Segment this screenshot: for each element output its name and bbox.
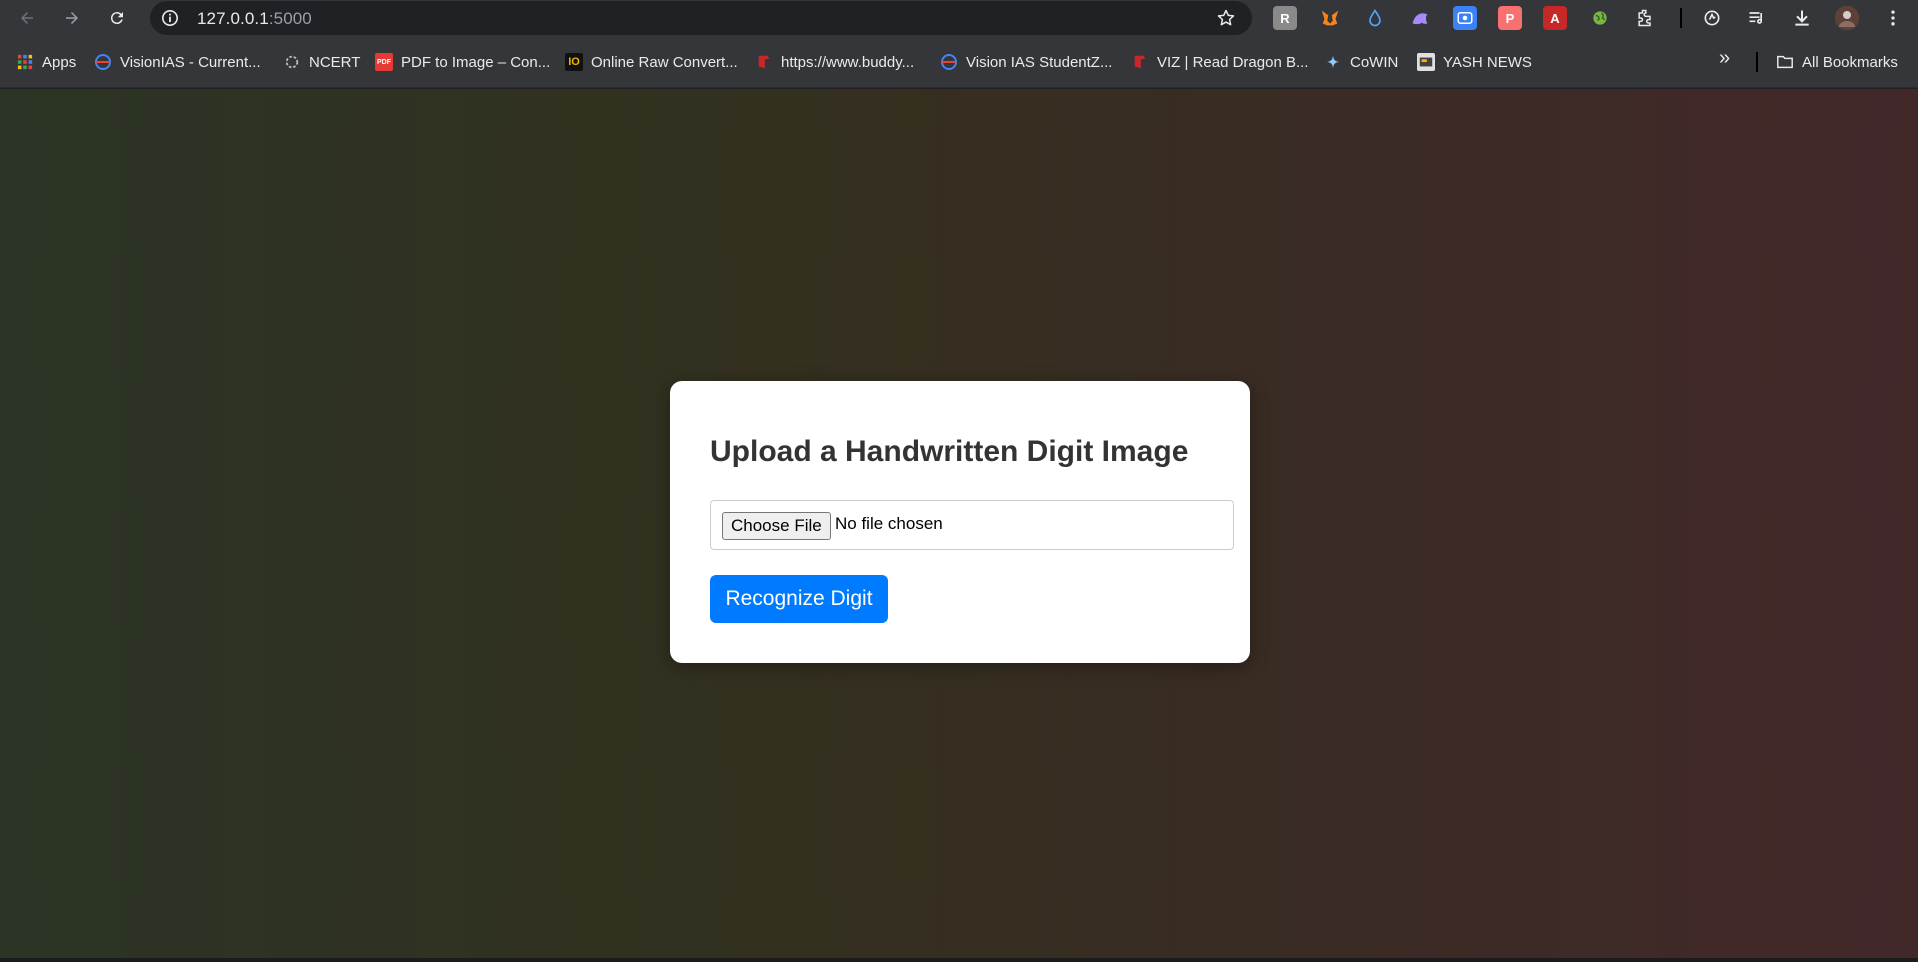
download-icon[interactable] (1790, 6, 1814, 30)
viz-icon (1131, 53, 1149, 71)
bookmark-label: Online Raw Convert... (591, 53, 738, 71)
ghost-extension-icon[interactable] (1408, 6, 1432, 30)
bookmark-label: Apps (42, 53, 77, 71)
info-icon[interactable] (160, 8, 180, 28)
toolbar-divider (1680, 8, 1682, 28)
recognize-digit-button[interactable]: Recognize Digit (710, 575, 888, 623)
address-bar[interactable]: 127.0.0.1:5000 (150, 1, 1252, 35)
bookmark-label: PDF to Image – Con... (401, 53, 551, 71)
bookmarks-bar: Apps VisionIAS - Current... NCERT PDF PD… (0, 36, 1918, 88)
bookmark-label: CoWIN (1350, 53, 1399, 71)
bookmark-label: VisionIAS - Current... (120, 53, 261, 71)
window-bottom-edge (0, 958, 1918, 962)
sync-icon[interactable] (1700, 6, 1724, 30)
file-input[interactable]: Choose File No file chosen (710, 500, 1234, 550)
all-bookmarks-folder[interactable]: All Bookmarks (1776, 52, 1898, 72)
star-icon[interactable] (1216, 8, 1236, 28)
url-host: 127.0.0.1 (197, 9, 269, 28)
bookmark-label: VIZ | Read Dragon B... (1157, 53, 1309, 71)
profile-avatar[interactable] (1835, 6, 1859, 30)
choose-file-button[interactable]: Choose File (722, 512, 831, 540)
bookmark-viz[interactable]: VIZ | Read Dragon B... (1131, 52, 1308, 72)
visionias-icon (94, 53, 112, 71)
bookmark-online-raw-convert[interactable]: IO Online Raw Convert... (565, 52, 738, 72)
back-arrow-icon[interactable] (13, 4, 41, 32)
bookmark-pdf-to-image[interactable]: PDF PDF to Image – Con... (375, 52, 550, 72)
upload-card: Upload a Handwritten Digit Image Choose … (670, 381, 1250, 663)
kebab-menu-icon[interactable] (1881, 6, 1905, 30)
visionias-icon (940, 53, 958, 71)
all-bookmarks-label: All Bookmarks (1802, 53, 1898, 71)
bookmark-ncert[interactable]: NCERT (283, 52, 360, 72)
acrobat-icon[interactable]: A (1543, 6, 1567, 30)
ncert-icon (283, 53, 301, 71)
bookmark-label: YASH NEWS (1443, 53, 1532, 71)
folder-icon (1776, 53, 1794, 71)
file-status-text: No file chosen (835, 514, 943, 533)
bookmark-label: NCERT (309, 53, 361, 71)
p-extension-icon[interactable]: P (1498, 6, 1522, 30)
media-queue-icon[interactable] (1745, 6, 1769, 30)
page-title: Upload a Handwritten Digit Image (710, 435, 1189, 468)
apps-grid-icon (16, 53, 34, 71)
forward-arrow-icon[interactable] (58, 4, 86, 32)
raindrop-icon[interactable] (1363, 6, 1387, 30)
bookmark-vision-ias-studentz[interactable]: Vision IAS StudentZ... (940, 52, 1112, 72)
url-text[interactable]: 127.0.0.1:5000 (197, 9, 312, 29)
bookmarks-overflow-button[interactable]: » (1719, 47, 1730, 69)
reload-icon[interactable] (103, 4, 131, 32)
bookmark-cowin[interactable]: ✦ CoWIN (1324, 52, 1398, 72)
url-port: :5000 (268, 9, 312, 28)
bookmark-label: Vision IAS StudentZ... (966, 53, 1113, 71)
bookmark-red-icon (755, 53, 773, 71)
metamask-fox-icon[interactable] (1318, 6, 1342, 30)
extensions-puzzle-icon[interactable] (1633, 6, 1657, 30)
raw-convert-icon: IO (565, 53, 583, 71)
rubber-stamp-extension-icon[interactable]: R (1273, 6, 1297, 30)
bookmark-label: https://www.buddy... (781, 53, 915, 71)
bookmark-buddy[interactable]: https://www.buddy... (755, 52, 914, 72)
pdf-img-icon: PDF (375, 53, 393, 71)
bookmark-yash-news[interactable]: YASH NEWS (1417, 52, 1532, 72)
cowin-icon: ✦ (1327, 53, 1339, 70)
page-content: Upload a Handwritten Digit Image Choose … (0, 89, 1918, 962)
bookmarks-divider (1756, 52, 1758, 72)
screen-recorder-icon[interactable] (1453, 6, 1477, 30)
yash-news-icon (1417, 53, 1435, 71)
bookmark-visionias[interactable]: VisionIAS - Current... (94, 52, 261, 72)
world-map-extension-icon[interactable] (1588, 6, 1612, 30)
bookmark-apps[interactable]: Apps (16, 52, 76, 72)
browser-toolbar: 127.0.0.1:5000 R P A (0, 0, 1918, 36)
